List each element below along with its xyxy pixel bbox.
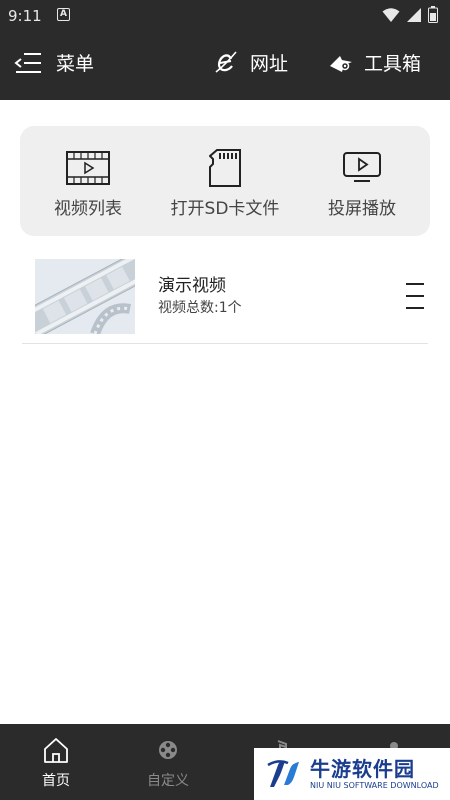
status-bar: 9:11 A [0, 0, 450, 32]
menu-label: 菜单 [56, 53, 95, 75]
sd-card-icon [209, 149, 241, 187]
tab-home[interactable]: 首页 [0, 724, 112, 800]
open-sd-card-label: 打开SD卡文件 [170, 199, 280, 219]
film-reel-icon [159, 741, 177, 759]
list-options-icon[interactable] [404, 282, 426, 310]
toolbox-label: 工具箱 [364, 53, 422, 75]
status-icons [382, 6, 438, 23]
video-list-label: 视频列表 [54, 199, 122, 219]
film-strip-thumbnail-icon [35, 259, 135, 334]
signal-icon [407, 7, 421, 22]
watermark-logo: 牛游软件园 NIU NIU SOFTWARE DOWNLOAD [254, 748, 450, 800]
url-button[interactable]: 网址 [214, 49, 288, 76]
toolbox-button[interactable]: 工具箱 [328, 49, 421, 76]
notification-icon: A [57, 8, 70, 21]
menu-icon [14, 52, 41, 73]
video-list-item[interactable]: 演示视频 视频总数:1个 [22, 253, 428, 344]
menu-button[interactable]: 菜单 [14, 49, 94, 76]
top-bar: 菜单 网址 工具箱 [0, 32, 450, 100]
status-time: 9:11 [8, 7, 42, 25]
battery-icon [428, 6, 438, 23]
tab-home-label: 首页 [42, 773, 70, 789]
video-title: 演示视频 [158, 276, 226, 296]
cast-screen-button[interactable]: 投屏播放 [314, 126, 410, 236]
film-icon [66, 151, 110, 185]
tab-custom[interactable]: 自定义 [112, 724, 224, 800]
tab-custom-label: 自定义 [147, 773, 189, 789]
home-icon [44, 738, 68, 763]
toolbox-icon [330, 55, 352, 72]
niuyou-logo-icon [267, 760, 299, 787]
browser-e-icon [215, 50, 237, 73]
video-count: 视频总数:1个 [158, 300, 242, 316]
wifi-icon [382, 7, 400, 22]
url-label: 网址 [250, 53, 289, 75]
cast-screen-label: 投屏播放 [328, 199, 396, 219]
quick-actions-panel: 视频列表 打开SD卡文件 投屏播放 [20, 126, 430, 236]
watermark-title: 牛游软件园 [310, 757, 415, 781]
watermark-subtitle: NIU NIU SOFTWARE DOWNLOAD [310, 781, 439, 790]
open-sd-card-button[interactable]: 打开SD卡文件 [170, 126, 280, 236]
video-thumbnail [35, 259, 135, 334]
cast-screen-icon [343, 152, 381, 182]
video-list-button[interactable]: 视频列表 [40, 126, 136, 236]
